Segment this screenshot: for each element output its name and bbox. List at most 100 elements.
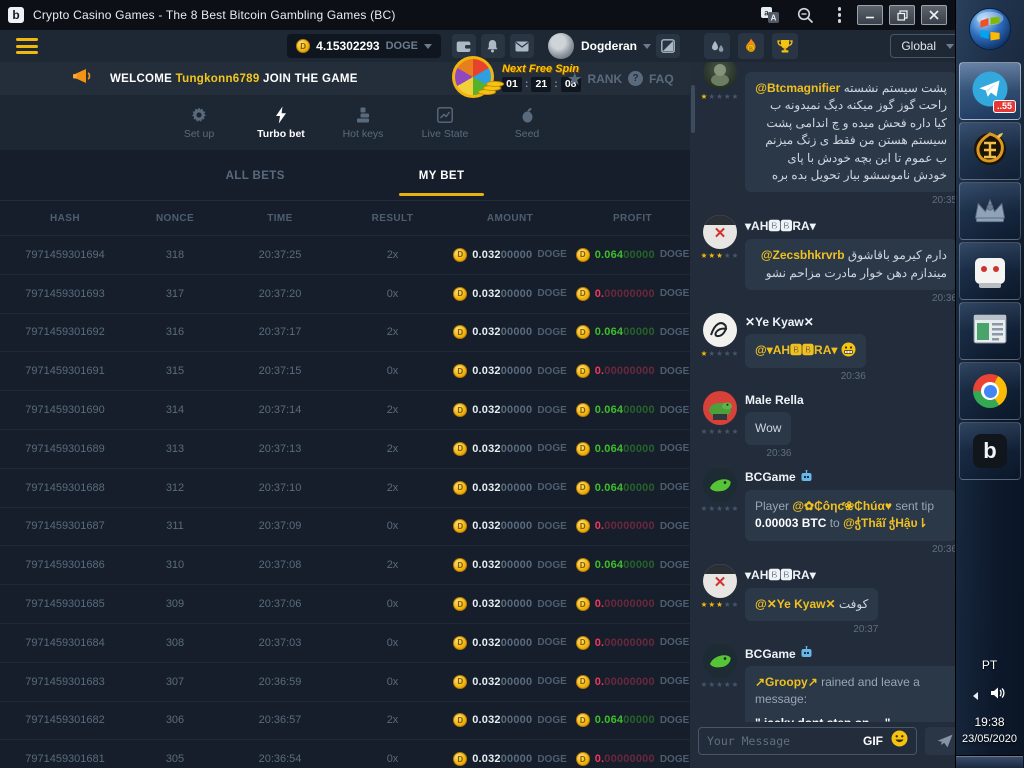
star-icon: ★ xyxy=(732,504,740,513)
table-row[interactable]: 797145930168230620:36:572xD0.03200000DOG… xyxy=(0,701,690,740)
user-mention[interactable]: @▾AH🅱🅱RA▾ xyxy=(755,343,837,357)
table-row[interactable]: 797145930168731120:37:090xD0.03200000DOG… xyxy=(0,507,690,546)
profit-value: 0.06400000 xyxy=(595,249,655,261)
star-icon: ★ xyxy=(716,92,724,101)
tab-all-bets[interactable]: ALL BETS xyxy=(214,154,297,196)
tab-live-state[interactable]: Live State xyxy=(417,106,473,140)
rank-link[interactable]: ★ RANK xyxy=(568,70,622,88)
message-username[interactable]: ▾AH🅱🅱RA▾ xyxy=(745,217,963,234)
dice-app[interactable] xyxy=(959,242,1021,300)
message-username[interactable]: Male Rella xyxy=(745,393,963,407)
currency-label: DOGE xyxy=(537,482,566,493)
table-row[interactable]: 797145930168330720:36:590xD0.03200000DOG… xyxy=(0,662,690,701)
chat-message-input[interactable] xyxy=(707,734,855,748)
tab-seed[interactable]: Seed xyxy=(499,106,555,140)
tab-set-up[interactable]: Set up xyxy=(171,106,227,140)
table-row[interactable]: 797145930169031420:37:142xD0.03200000DOG… xyxy=(0,390,690,429)
tab-my-bet[interactable]: MY BET xyxy=(407,154,477,196)
date[interactable]: 23/05/2020 xyxy=(962,733,1017,745)
avatar[interactable] xyxy=(703,564,737,598)
result-cell: 0x xyxy=(340,365,445,377)
gif-button[interactable]: GIF xyxy=(863,734,883,748)
hidden-icons-arrow[interactable] xyxy=(973,692,978,700)
telegram[interactable]: ..55 xyxy=(959,62,1021,120)
game-gold[interactable] xyxy=(959,122,1021,180)
mail-button[interactable] xyxy=(510,34,534,58)
user-mention[interactable]: @✿₵ôηƈ❀₵húα♥ xyxy=(792,499,892,513)
table-row[interactable]: 797145930168530920:37:060xD0.03200000DOG… xyxy=(0,584,690,623)
browser-menu-icon[interactable] xyxy=(832,5,848,25)
free-spin-widget[interactable]: Next Free Spin 01: 21: 08 xyxy=(452,56,581,98)
zoom-out-icon[interactable] xyxy=(797,7,814,24)
amount-value: 0.03200000 xyxy=(472,288,532,300)
rain-sender[interactable]: ↗Groopy↗ xyxy=(755,675,818,689)
close-button[interactable] xyxy=(921,5,947,25)
currency-label: DOGE xyxy=(660,288,689,299)
result-cell: 0x xyxy=(340,288,445,300)
show-desktop-button[interactable] xyxy=(956,755,1023,768)
restore-button[interactable] xyxy=(889,5,915,25)
chat-region-select[interactable]: Global xyxy=(890,34,965,58)
avatar[interactable] xyxy=(703,468,737,502)
username-label[interactable]: Dogderan xyxy=(581,39,637,53)
nonce-cell: 317 xyxy=(130,288,220,300)
balance-selector[interactable]: D 4.15302293 DOGE xyxy=(287,34,441,58)
currency-label: DOGE xyxy=(537,754,566,765)
notifications-button[interactable] xyxy=(481,34,505,58)
tab-hot-keys[interactable]: Hot keys xyxy=(335,106,391,140)
user-mention[interactable]: @✕Ye Kyaw✕ xyxy=(755,597,836,611)
avatar[interactable] xyxy=(703,644,737,678)
user-mention[interactable]: @ჭThãĩ ჭHậυ⇂ xyxy=(843,516,928,530)
table-row[interactable]: 797145930168831220:37:102xD0.03200000DOG… xyxy=(0,468,690,507)
amount-value: 0.03200000 xyxy=(472,482,532,494)
start-button[interactable] xyxy=(959,2,1021,60)
faq-link[interactable]: ? FAQ xyxy=(628,71,674,86)
table-row[interactable]: 797145930169231620:37:172xD0.03200000DOG… xyxy=(0,313,690,352)
bot-icon xyxy=(800,646,813,661)
window-app[interactable] xyxy=(959,302,1021,360)
bcgame-app[interactable]: b xyxy=(959,422,1021,480)
language-indicator[interactable]: PT xyxy=(982,658,997,672)
profit-value: 0.06400000 xyxy=(595,714,655,726)
message-username[interactable]: BCGame xyxy=(745,470,963,485)
emoji-button[interactable] xyxy=(891,730,908,752)
table-row[interactable]: 797145930168931320:37:132xD0.03200000DOG… xyxy=(0,429,690,468)
tab-turbo-bet[interactable]: Turbo bet xyxy=(253,106,309,140)
chat-message: ★★★★★Male RellaWow20:36 xyxy=(700,391,963,459)
clock[interactable]: 19:38 xyxy=(974,715,1004,729)
fire-coin-icon[interactable]: B xyxy=(738,33,764,59)
trophy-icon[interactable] xyxy=(772,33,798,59)
chrome[interactable] xyxy=(959,362,1021,420)
message-bubble: @Btcmagnifier پشت سیستم نشسته راحت گوز گ… xyxy=(745,72,957,192)
message-username[interactable]: ▾AH🅱🅱RA▾ xyxy=(745,566,963,583)
table-row[interactable]: 797145930169431820:37:252xD0.03200000DOG… xyxy=(0,235,690,274)
star-icon: ★ xyxy=(716,504,724,513)
column-header: AMOUNT xyxy=(445,213,575,224)
message-username[interactable]: ✕Ye Kyaw✕ xyxy=(745,315,963,329)
menu-icon[interactable] xyxy=(16,38,38,54)
table-row[interactable]: 797145930168430820:37:030xD0.03200000DOG… xyxy=(0,623,690,662)
page-title: Crypto Casino Games - The 8 Best Bitcoin… xyxy=(33,8,761,22)
wallet-button[interactable] xyxy=(452,34,476,58)
minimize-button[interactable] xyxy=(857,5,883,25)
currency-label: DOGE xyxy=(660,637,689,648)
crown-app[interactable] xyxy=(959,182,1021,240)
message-bubble: Player @✿₵ôηƈ❀₵húα♥ sent tip 0.00003 BTC… xyxy=(745,490,957,541)
user-mention[interactable]: @Zecsbhkrvrb xyxy=(761,248,845,262)
avatar[interactable] xyxy=(703,215,737,249)
table-row[interactable]: 797145930169131520:37:150xD0.03200000DOG… xyxy=(0,351,690,390)
rain-drops-icon[interactable] xyxy=(704,33,730,59)
table-row[interactable]: 797145930169331720:37:200xD0.03200000DOG… xyxy=(0,274,690,313)
table-row[interactable]: 797145930168130520:36:540xD0.03200000DOG… xyxy=(0,739,690,768)
amount-value: 0.03200000 xyxy=(472,676,532,688)
user-mention[interactable]: @Btcmagnifier xyxy=(755,81,840,95)
message-username[interactable]: BCGame xyxy=(745,646,963,661)
avatar[interactable] xyxy=(703,391,737,425)
rating-stars: ★★★★★ xyxy=(701,92,740,101)
chat-toggle-button[interactable] xyxy=(656,34,680,58)
table-row[interactable]: 797145930168631020:37:082xD0.03200000DOG… xyxy=(0,545,690,584)
avatar[interactable] xyxy=(703,313,737,347)
avatar[interactable] xyxy=(703,62,737,90)
translate-icon[interactable]: aA xyxy=(761,7,779,23)
volume-icon[interactable] xyxy=(990,686,1006,705)
